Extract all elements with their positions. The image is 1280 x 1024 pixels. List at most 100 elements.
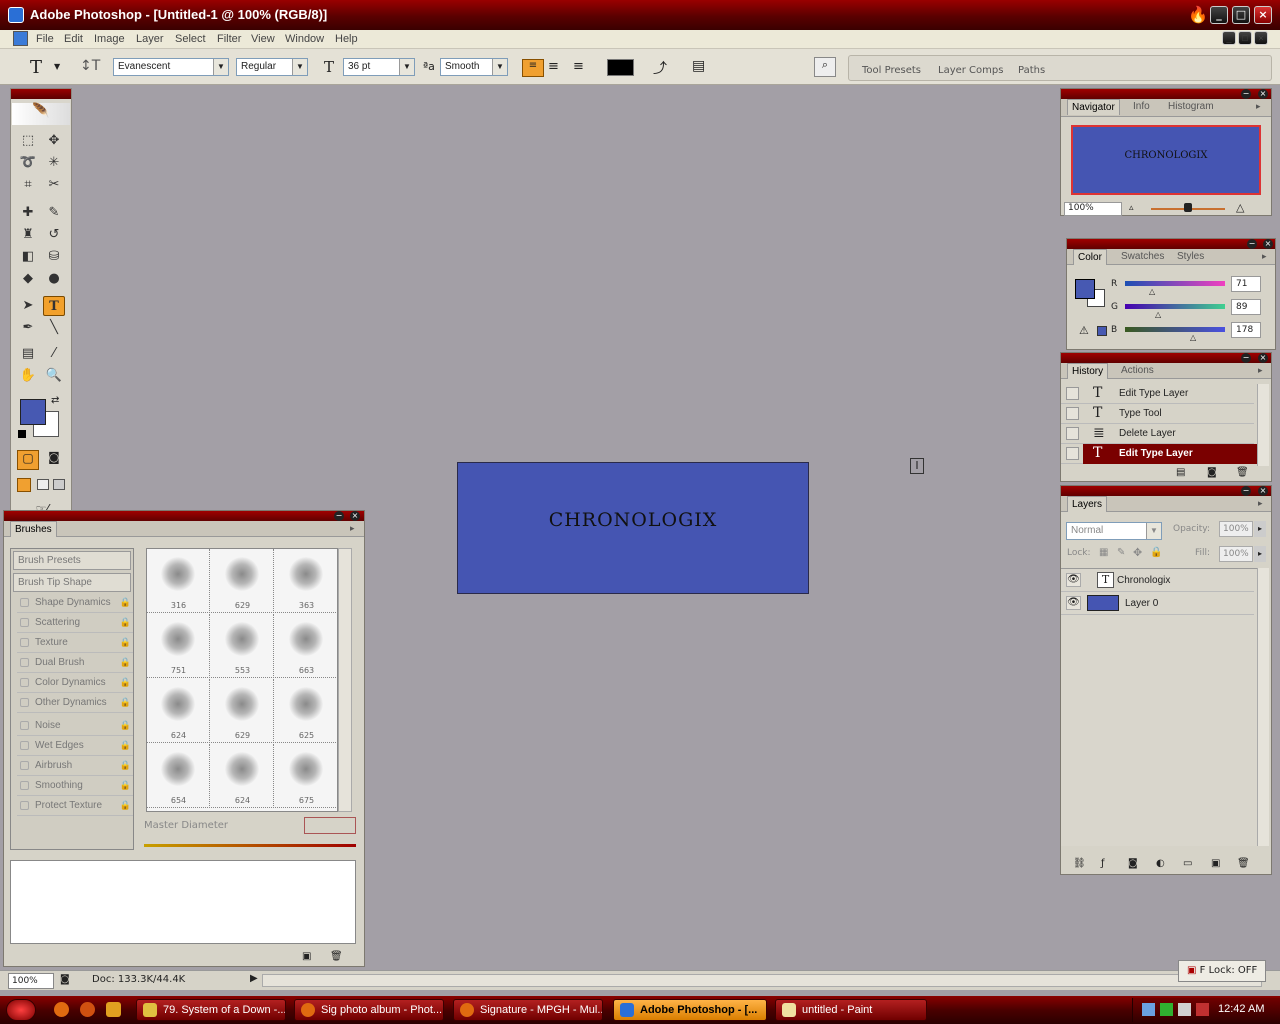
zoom-out-icon[interactable]: ▵ xyxy=(1129,203,1134,213)
clone-stamp-tool-icon[interactable]: ♜ xyxy=(17,225,39,245)
lock-icon[interactable]: 🔒 xyxy=(120,677,131,688)
menu-window[interactable]: Window xyxy=(285,33,324,45)
brush-tip-cell[interactable]: 629 xyxy=(211,679,274,743)
panel-menu-icon[interactable]: ▸ xyxy=(350,523,355,534)
menu-help[interactable]: Help xyxy=(335,33,358,45)
history-item[interactable]: T Edit Type Layer xyxy=(1061,384,1254,404)
opacity-arrow-icon[interactable]: ▸ xyxy=(1254,521,1266,537)
slider-g-track[interactable] xyxy=(1125,304,1225,309)
brush-tool-icon[interactable]: ✎ xyxy=(43,203,65,223)
new-document-from-state-icon[interactable]: ▤ xyxy=(1176,467,1185,478)
minimize-icon[interactable]: − xyxy=(1241,486,1251,496)
tab-history[interactable]: History xyxy=(1067,363,1109,379)
toolbox-header[interactable] xyxy=(11,89,71,99)
window-title-bar[interactable]: Adobe Photoshop - [Untitled-1 @ 100% (RG… xyxy=(0,0,1280,30)
brush-option-other-dynamics[interactable]: Other Dynamics 🔒 xyxy=(17,694,133,713)
zoom-tool-icon[interactable]: 🔍 xyxy=(43,366,65,386)
taskbar-item-photoshop[interactable]: Adobe Photoshop - [... xyxy=(613,999,767,1021)
snapshot-source-checkbox[interactable] xyxy=(1066,427,1079,440)
brush-option-smoothing[interactable]: Smoothing 🔒 xyxy=(17,777,133,796)
layer-mask-icon[interactable]: ◙ xyxy=(1128,858,1138,869)
checkbox[interactable] xyxy=(20,781,29,790)
tab-brushes[interactable]: Brushes xyxy=(10,521,57,537)
lock-pixels-icon[interactable]: ✎ xyxy=(1117,547,1125,558)
new-preset-icon[interactable]: ▣ xyxy=(302,951,311,962)
line-tool-icon[interactable]: ╲ xyxy=(43,318,65,338)
hand-tool-icon[interactable]: ✋ xyxy=(17,366,39,386)
crop-tool-icon[interactable]: ⌗ xyxy=(17,175,39,195)
checkbox[interactable] xyxy=(20,741,29,750)
history-scrollbar[interactable] xyxy=(1257,384,1269,466)
security-tray-icon[interactable] xyxy=(1160,1003,1173,1016)
doc-restore-button[interactable]: □ xyxy=(1238,31,1252,45)
ps-doc-icon[interactable] xyxy=(13,31,28,46)
brush-tip-cell[interactable]: 675 xyxy=(275,744,337,808)
panel-menu-icon[interactable]: ▸ xyxy=(1258,365,1263,376)
new-layer-icon[interactable]: ▣ xyxy=(1211,858,1220,869)
layers-scrollbar[interactable] xyxy=(1257,568,1269,846)
snapshot-source-checkbox[interactable] xyxy=(1066,447,1079,460)
menu-layer[interactable]: Layer xyxy=(136,33,164,45)
master-diameter-field[interactable] xyxy=(304,817,356,834)
history-brush-tool-icon[interactable]: ↺ xyxy=(43,225,65,245)
brush-tip-cell[interactable]: 624 xyxy=(211,744,274,808)
foreground-color-swatch[interactable] xyxy=(20,399,46,425)
minimize-button[interactable]: _ xyxy=(1210,6,1228,24)
delete-brush-icon[interactable]: 🗑 xyxy=(330,951,343,962)
dodge-tool-icon[interactable]: ● xyxy=(43,269,65,289)
close-icon[interactable]: × xyxy=(350,511,360,521)
brush-option-scattering[interactable]: Scattering 🔒 xyxy=(17,614,133,633)
navigator-preview[interactable]: CHRONOLOGIX xyxy=(1071,125,1261,195)
lock-icon[interactable]: 🔒 xyxy=(120,617,131,628)
app-quicklaunch-icon[interactable] xyxy=(106,1002,121,1017)
panel-menu-icon[interactable]: ▸ xyxy=(1262,251,1267,262)
lock-icon[interactable]: 🔒 xyxy=(120,780,131,791)
eraser-tool-icon[interactable]: ◧ xyxy=(17,247,39,267)
value-g[interactable]: 89 xyxy=(1231,299,1261,315)
menu-filter[interactable]: Filter xyxy=(217,33,241,45)
lock-position-icon[interactable]: ✥ xyxy=(1133,546,1142,559)
layer-style-icon[interactable]: ƒ xyxy=(1101,858,1105,869)
move-tool-icon[interactable]: ✥ xyxy=(43,131,65,151)
minimize-icon[interactable]: − xyxy=(334,511,344,521)
type-tool-icon[interactable]: T xyxy=(43,296,65,316)
align-right-button[interactable]: ≡ xyxy=(573,59,584,74)
brushes-panel-header[interactable]: − × xyxy=(4,511,364,521)
brush-tip-cell[interactable]: 629 xyxy=(211,549,274,613)
clock[interactable]: 12:42 AM xyxy=(1218,1003,1264,1015)
taskbar-item-paint[interactable]: untitled - Paint xyxy=(775,999,927,1021)
lock-icon[interactable]: 🔒 xyxy=(120,597,131,608)
delete-state-icon[interactable]: 🗑 xyxy=(1236,467,1249,478)
new-snapshot-icon[interactable]: ◙ xyxy=(1207,467,1217,478)
slider-b-track[interactable] xyxy=(1125,327,1225,332)
close-icon[interactable]: × xyxy=(1263,239,1273,249)
color-fg-swatch[interactable] xyxy=(1075,279,1095,299)
volume-tray-icon[interactable] xyxy=(1178,1003,1191,1016)
checkbox[interactable] xyxy=(20,658,29,667)
brush-tip-cell[interactable]: 316 xyxy=(147,549,210,613)
paint-bucket-tool-icon[interactable]: ⛁ xyxy=(43,247,65,267)
well-tab-paths[interactable]: Paths xyxy=(1018,65,1045,76)
lock-icon[interactable]: 🔒 xyxy=(120,760,131,771)
checkbox[interactable] xyxy=(20,678,29,687)
close-icon[interactable]: × xyxy=(1258,89,1268,99)
history-item-selected[interactable]: T Edit Type Layer xyxy=(1061,444,1257,464)
lock-icon[interactable]: 🔒 xyxy=(120,657,131,668)
menu-file[interactable]: File xyxy=(36,33,54,45)
eye-icon[interactable]: 👁 xyxy=(1066,573,1081,587)
brush-tip-cell[interactable]: 663 xyxy=(275,614,337,678)
tab-histogram[interactable]: Histogram xyxy=(1168,101,1214,112)
menu-view[interactable]: View xyxy=(251,33,275,45)
magic-wand-tool-icon[interactable]: ✳ xyxy=(43,153,65,173)
minimize-icon[interactable]: − xyxy=(1241,89,1251,99)
pen-tool-icon[interactable]: ✒ xyxy=(17,318,39,338)
marquee-tool-icon[interactable]: ⬚ xyxy=(17,131,39,151)
brush-option-dual-brush[interactable]: Dual Brush 🔒 xyxy=(17,654,133,673)
panel-menu-icon[interactable]: ▸ xyxy=(1256,101,1261,112)
canvas-text-layer[interactable]: CHRONOLOGIX xyxy=(458,509,808,531)
slice-tool-icon[interactable]: ✂ xyxy=(43,175,65,195)
slider-r-track[interactable] xyxy=(1125,281,1225,286)
checkbox[interactable] xyxy=(20,721,29,730)
lock-icon[interactable]: 🔒 xyxy=(120,637,131,648)
checkbox[interactable] xyxy=(20,761,29,770)
